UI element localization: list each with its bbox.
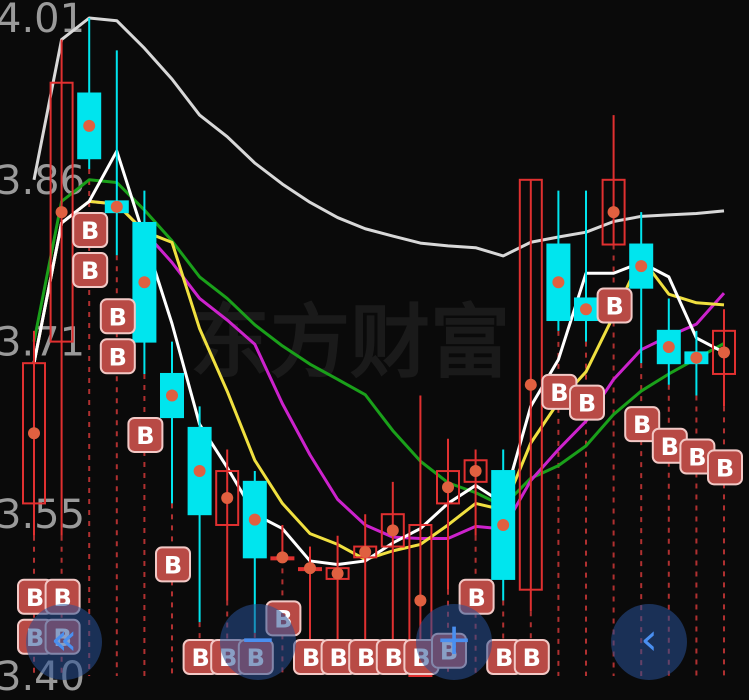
buy-marker: B	[72, 212, 109, 249]
price-dot	[248, 513, 261, 526]
price-dot	[359, 545, 372, 558]
buy-marker-label: B	[302, 644, 320, 672]
y-tick-label: 4.01	[0, 0, 85, 42]
buy-marker-label: B	[661, 433, 679, 461]
price-dot	[497, 518, 510, 531]
price-dot	[110, 200, 123, 213]
buy-marker-label: B	[164, 551, 182, 579]
buy-marker: B	[72, 252, 109, 289]
price-dot	[193, 465, 206, 478]
price-dot	[580, 303, 592, 316]
buy-marker-label: B	[688, 444, 706, 472]
buy-marker: B	[513, 639, 550, 675]
buy-marker: B	[99, 338, 136, 375]
price-dot	[718, 346, 730, 359]
buy-marker: B	[99, 298, 136, 335]
zoom-in-button[interactable]: +	[416, 604, 492, 680]
y-tick-label: 3.55	[0, 492, 85, 538]
buy-marker-label: B	[550, 379, 568, 407]
buy-marker-label: B	[26, 584, 44, 612]
buy-marker: B	[596, 287, 633, 324]
buy-marker-label: B	[523, 644, 541, 672]
buy-marker-label: B	[578, 390, 596, 418]
price-dot	[635, 260, 648, 273]
price-dot	[83, 119, 96, 132]
price-dot	[607, 206, 620, 219]
buy-marker-label: B	[109, 343, 127, 371]
price-dot	[414, 594, 427, 607]
price-dot	[469, 465, 482, 478]
price-dot	[442, 481, 454, 494]
buy-marker: B	[127, 416, 164, 453]
buy-marker-label: B	[605, 293, 623, 321]
zoom-out-button[interactable]: −	[220, 604, 296, 680]
price-dot	[690, 351, 703, 364]
back-button[interactable]: ‹	[611, 604, 687, 680]
price-dot	[166, 389, 178, 402]
buy-marker-label: B	[136, 422, 154, 450]
price-dot	[55, 206, 68, 219]
buy-marker-label: B	[495, 644, 513, 672]
buy-marker: B	[707, 449, 743, 486]
buy-marker-label: B	[357, 644, 375, 672]
buy-marker-label: B	[329, 644, 347, 672]
buy-marker-label: B	[385, 644, 403, 672]
buy-marker: B	[569, 384, 605, 421]
buy-marker-label: B	[191, 644, 209, 672]
price-dot	[662, 341, 675, 353]
price-dot	[28, 427, 40, 440]
price-dot	[386, 524, 399, 537]
price-dot	[138, 276, 151, 289]
buy-marker-label: B	[716, 454, 734, 482]
price-dot	[331, 567, 344, 580]
price-dot	[276, 551, 289, 564]
price-dot	[524, 378, 537, 391]
candlestick-chart: 东方财富 4.013.863.713.553.40 B BBBBBB B B B BBB B…	[0, 0, 743, 700]
buy-marker-label: B	[109, 303, 127, 331]
buy-marker-label: B	[633, 411, 651, 439]
buy-marker-label: B	[81, 217, 99, 245]
price-dot	[221, 492, 234, 505]
buy-marker-label: B	[81, 257, 99, 285]
price-dot	[304, 562, 316, 575]
rewind-button[interactable]: «	[26, 604, 102, 680]
buy-marker: B	[155, 546, 191, 583]
price-dot	[552, 276, 565, 289]
